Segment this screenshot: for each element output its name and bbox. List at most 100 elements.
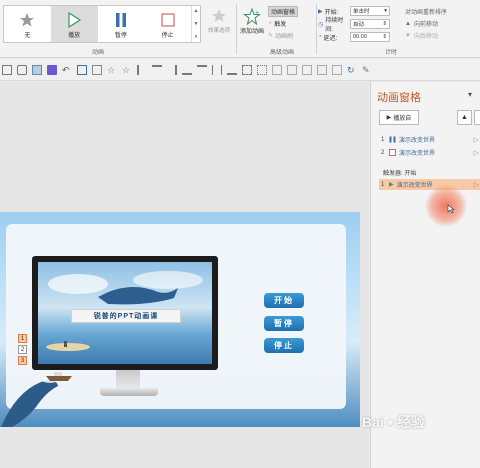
trigger-label: 触发器: 开始 bbox=[383, 171, 417, 177]
svg-text:+: + bbox=[255, 10, 259, 17]
play-from-button[interactable]: ▶ 播放自 bbox=[379, 110, 419, 125]
cursor-icon bbox=[447, 204, 455, 214]
slide-stop-button[interactable]: 停止 bbox=[264, 338, 304, 353]
move-down-button[interactable] bbox=[474, 110, 480, 125]
animation-pause-button[interactable]: 暂停 bbox=[98, 6, 145, 42]
add-animation-button[interactable]: + 添加动画 bbox=[238, 8, 266, 44]
chevron-down-icon[interactable]: ▼ bbox=[194, 21, 199, 27]
animation-pane-title: 动画窗格 bbox=[377, 92, 421, 104]
slide-start-button[interactable]: 开始 bbox=[264, 293, 304, 308]
animation-play-button[interactable]: 播放 bbox=[50, 6, 98, 42]
pause-icon bbox=[115, 13, 126, 27]
gallery-more-icon[interactable]: ▾ bbox=[195, 34, 198, 40]
delay-value: 00.00 bbox=[353, 34, 367, 40]
chevron-up-icon[interactable]: ▲ bbox=[194, 8, 199, 14]
animation-gallery: 无 播放 暂停 停止 ▲ ▼ ▾ bbox=[3, 5, 201, 43]
play-icon: ▶ bbox=[386, 115, 392, 121]
align-middle-icon[interactable] bbox=[212, 64, 222, 75]
spinner-icon: ⇕ bbox=[382, 21, 387, 27]
animation-item[interactable]: 1 演示改变世界 ▷ bbox=[381, 134, 480, 145]
slide-pause-button[interactable]: 暂停 bbox=[264, 316, 304, 331]
start-value: 单击时 bbox=[353, 9, 370, 15]
star-outline-icon[interactable]: ☆ bbox=[122, 65, 132, 75]
advanced-animation-buttons: 动画窗格 ⚡ 触发 ✎ 动画刷 bbox=[268, 6, 316, 42]
animation-tag-2[interactable]: 2 bbox=[18, 345, 27, 354]
duration-input[interactable]: 自动 ⇕ bbox=[350, 19, 390, 29]
reorder-title: 对动画重新排序 bbox=[405, 10, 448, 16]
align-top-icon[interactable] bbox=[197, 64, 207, 75]
animation-painter-label: 动画刷 bbox=[275, 34, 294, 40]
arrange-icon[interactable] bbox=[272, 64, 282, 75]
animation-tag-1[interactable]: 1 bbox=[18, 334, 27, 343]
chevron-down-icon[interactable]: ▾ bbox=[468, 90, 472, 99]
animation-item[interactable]: 2 演示改变世界 ▷ bbox=[381, 147, 480, 158]
advanced-animation-group-label: 高级动画 bbox=[270, 50, 295, 56]
gallery-scroll[interactable]: ▲ ▼ ▾ bbox=[191, 6, 200, 42]
animation-painter-button[interactable]: ✎ 动画刷 bbox=[268, 30, 316, 41]
monitor-neck bbox=[116, 370, 140, 390]
shape-icon[interactable] bbox=[77, 64, 87, 75]
align-right-icon[interactable] bbox=[167, 64, 177, 75]
move-earlier-label: 向前移动 bbox=[413, 22, 438, 28]
bring-forward-icon[interactable] bbox=[302, 64, 312, 75]
lightning-icon: ⚡ bbox=[268, 21, 273, 27]
move-later-button[interactable]: ▼ 向后移动 bbox=[405, 30, 480, 41]
chevron-right-icon: ▷ bbox=[473, 136, 479, 144]
star-icon[interactable]: ☆ bbox=[107, 65, 117, 75]
trigger-button[interactable]: ⚡ 触发 bbox=[268, 18, 316, 29]
crop-icon[interactable] bbox=[2, 64, 12, 75]
selection-icon[interactable] bbox=[332, 64, 342, 75]
screen-title: 锐普的PPT动画课 bbox=[71, 309, 181, 323]
delay-icon: ◔ bbox=[318, 34, 322, 40]
play-icon bbox=[68, 12, 82, 28]
duration-label: 持续时间: bbox=[325, 18, 344, 33]
item-number: 2 bbox=[381, 149, 385, 156]
layer-icon[interactable] bbox=[287, 64, 297, 75]
rotate-icon[interactable]: ↻ bbox=[347, 65, 357, 75]
animation-stop-label: 停止 bbox=[161, 33, 174, 39]
ribbon-divider bbox=[236, 4, 237, 54]
spinner-icon: ⇕ bbox=[382, 34, 387, 40]
trigger-animation-item[interactable]: 1 ▶ 演示改变世界 ▷ bbox=[379, 179, 480, 190]
move-earlier-button[interactable]: ▲ 向前移动 bbox=[405, 18, 480, 29]
align-bottom-icon[interactable] bbox=[227, 65, 237, 75]
quick-access-toolbar: ↶ ☆ ☆ ↻ ✎ bbox=[0, 59, 480, 81]
image-icon[interactable] bbox=[92, 64, 102, 75]
delay-input[interactable]: 00.00 ⇕ bbox=[350, 32, 390, 42]
save-icon[interactable] bbox=[47, 64, 57, 75]
item-number: 1 bbox=[381, 181, 385, 188]
animation-none-button[interactable]: 无 bbox=[4, 6, 51, 42]
play-from-label: 播放自 bbox=[393, 116, 412, 122]
watermark-text: Bai bbox=[362, 414, 384, 430]
slide-icon[interactable] bbox=[32, 64, 42, 75]
distribute-icon[interactable] bbox=[182, 65, 192, 75]
animation-none-label: 无 bbox=[24, 33, 31, 39]
effect-options-button[interactable]: 效果选项 bbox=[204, 8, 234, 42]
arrow-up-icon: ▲ bbox=[405, 20, 411, 27]
copy-icon[interactable] bbox=[17, 64, 27, 75]
cursor-highlight bbox=[425, 185, 467, 227]
effect-options-label: 效果选项 bbox=[207, 28, 230, 34]
timing-group: ▶ 开始: 单击时 ▾ ◷ 持续时间: 自动 ⇕ ◔ 延迟: 00.00 ⇕ bbox=[318, 5, 403, 44]
animation-pane-button[interactable]: 动画窗格 bbox=[268, 6, 316, 17]
monitor-base bbox=[100, 388, 158, 396]
animation-ribbon: 无 播放 暂停 停止 ▲ ▼ ▾ 效果选项 动画 + 添加动画 动画窗格 ⚡ 触发… bbox=[0, 0, 480, 58]
align-left-icon[interactable] bbox=[137, 64, 147, 75]
group-icon[interactable] bbox=[242, 64, 252, 75]
send-backward-icon[interactable] bbox=[317, 64, 327, 75]
arrow-up-icon: ▲ bbox=[461, 114, 468, 121]
animation-tag-3[interactable]: 3 bbox=[18, 356, 27, 365]
undo-icon[interactable]: ↶ bbox=[62, 65, 72, 75]
animation-pane-label: 动画窗格 bbox=[268, 6, 299, 17]
eyedropper-icon[interactable]: ✎ bbox=[362, 65, 372, 75]
arrow-down-icon: ▼ bbox=[405, 32, 411, 39]
star-icon bbox=[20, 13, 35, 27]
chevron-down-icon: ▾ bbox=[384, 8, 387, 14]
add-animation-icon: + bbox=[243, 8, 261, 26]
chevron-right-icon: ▷ bbox=[473, 149, 479, 157]
ungroup-icon[interactable] bbox=[257, 64, 267, 75]
start-select[interactable]: 单击时 ▾ bbox=[350, 6, 390, 16]
move-up-button[interactable]: ▲ bbox=[457, 110, 472, 125]
align-center-icon[interactable] bbox=[152, 64, 162, 75]
animation-stop-button[interactable]: 停止 bbox=[144, 6, 191, 42]
